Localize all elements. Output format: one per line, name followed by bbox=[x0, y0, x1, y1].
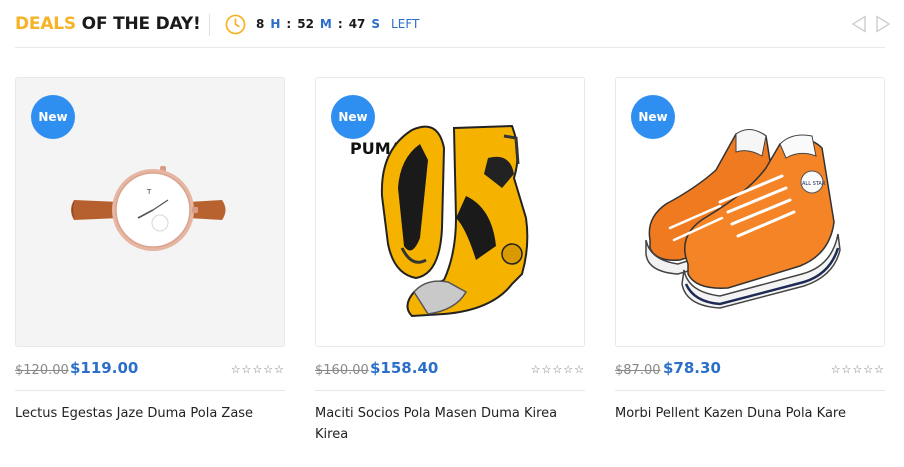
countdown-minutes: 52 bbox=[297, 17, 314, 31]
old-price: $160.00 bbox=[315, 363, 369, 378]
image-brand-text: ALL STAR bbox=[802, 181, 826, 187]
old-price: $120.00 bbox=[15, 363, 69, 378]
countdown-separator: : bbox=[286, 17, 292, 31]
svg-text:T: T bbox=[146, 188, 152, 196]
price-row: $87.00 $78.30 ☆☆☆☆☆ bbox=[615, 347, 885, 391]
countdown-seconds-unit: S bbox=[371, 17, 381, 31]
product-card[interactable]: ALL STAR New $87.00 $78.30 ☆☆☆☆☆ Morbi P… bbox=[615, 77, 885, 424]
countdown-separator: : bbox=[337, 17, 343, 31]
rating-stars[interactable]: ☆☆☆☆☆ bbox=[531, 363, 585, 376]
product-name[interactable]: Maciti Socios Pola Masen Duma Kirea Kire… bbox=[315, 403, 585, 445]
countdown-hours: 8 bbox=[256, 17, 265, 31]
new-badge: New bbox=[31, 95, 75, 139]
rating-stars[interactable]: ☆☆☆☆☆ bbox=[231, 363, 285, 376]
product-name[interactable]: Morbi Pellent Kazen Duna Pola Kare bbox=[615, 403, 885, 424]
product-card[interactable]: T New $120.00 $119.00 ☆☆☆☆☆ Lectus Egest… bbox=[15, 77, 285, 424]
clock-icon bbox=[225, 14, 246, 35]
title-rest: OF THE DAY! bbox=[75, 14, 201, 34]
product-image-boots[interactable]: PUMA New bbox=[315, 77, 585, 347]
current-price: $158.40 bbox=[370, 359, 439, 377]
product-name[interactable]: Lectus Egestas Jaze Duma Pola Zase bbox=[15, 403, 285, 424]
current-price: $78.30 bbox=[663, 359, 721, 377]
price-row: $120.00 $119.00 ☆☆☆☆☆ bbox=[15, 347, 285, 391]
section-title: DEALS OF THE DAY! bbox=[15, 14, 201, 34]
countdown-suffix: LEFT bbox=[391, 17, 420, 31]
chevron-left-icon[interactable] bbox=[851, 15, 867, 33]
product-image-sneakers[interactable]: ALL STAR New bbox=[615, 77, 885, 347]
deals-header: DEALS OF THE DAY! 8 H : 52 M : 47 S LEFT bbox=[15, 10, 891, 48]
countdown-hours-unit: H bbox=[270, 17, 281, 31]
new-badge: New bbox=[631, 95, 675, 139]
chevron-right-icon[interactable] bbox=[875, 15, 891, 33]
rating-stars[interactable]: ☆☆☆☆☆ bbox=[831, 363, 885, 376]
header-divider bbox=[209, 14, 210, 36]
new-badge: New bbox=[331, 95, 375, 139]
countdown-timer: 8 H : 52 M : 47 S LEFT bbox=[256, 17, 419, 31]
price-row: $160.00 $158.40 ☆☆☆☆☆ bbox=[315, 347, 585, 391]
old-price: $87.00 bbox=[615, 363, 661, 378]
title-highlight: DEALS bbox=[15, 14, 76, 34]
product-card[interactable]: PUMA New $160.00 $158.40 ☆☆☆☆☆ Maciti So… bbox=[315, 77, 585, 445]
countdown-minutes-unit: M bbox=[319, 17, 332, 31]
countdown-seconds: 47 bbox=[348, 17, 366, 31]
current-price: $119.00 bbox=[70, 359, 139, 377]
product-image-watch[interactable]: T New bbox=[15, 77, 285, 347]
